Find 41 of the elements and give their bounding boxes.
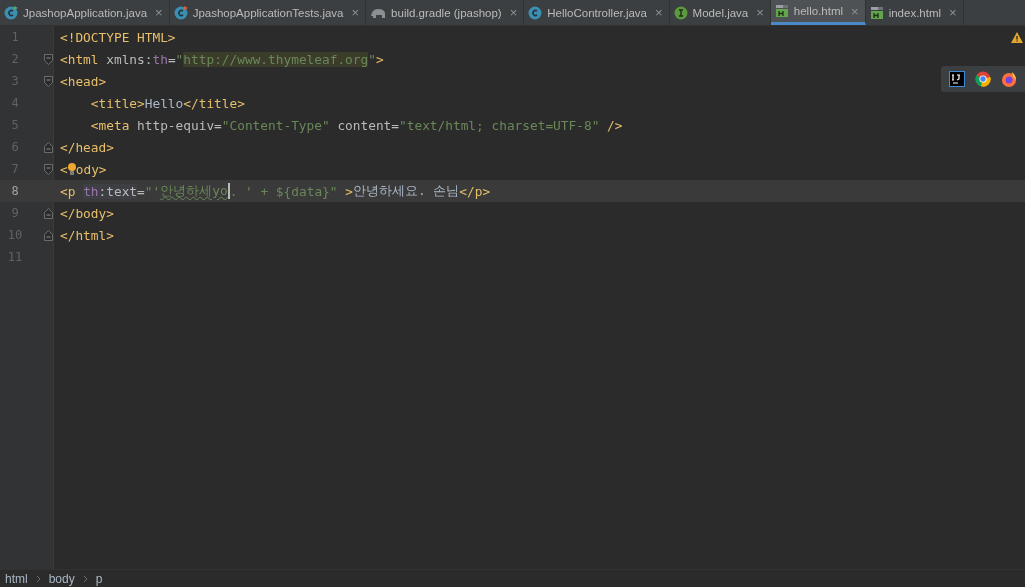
code-line: < ody>	[59, 160, 107, 179]
interface-icon	[673, 5, 688, 20]
fold-icon[interactable]	[44, 53, 53, 65]
chevron-icon	[82, 575, 88, 583]
code-line: </body>	[59, 204, 114, 223]
chrome-icon[interactable]	[975, 71, 991, 87]
code-line: </html>	[59, 226, 114, 245]
warning-icon[interactable]	[1011, 32, 1023, 43]
fold-icon[interactable]	[44, 141, 53, 153]
class-icon	[4, 5, 18, 20]
editor-tab[interactable]: build.gradle (jpashop) ×	[366, 0, 525, 25]
html-file-icon	[774, 4, 789, 18]
lightbulb-icon[interactable]	[67, 162, 76, 176]
code-line: <title>Hello</title>	[89, 94, 245, 113]
fold-icon[interactable]	[44, 75, 53, 87]
breadcrumb[interactable]: html	[5, 572, 28, 586]
line-number: 8	[10, 183, 20, 200]
firefox-icon[interactable]	[1001, 71, 1017, 87]
editor-tab[interactable]: Model.java ×	[669, 0, 771, 25]
breadcrumb[interactable]: p	[95, 572, 103, 586]
fold-icon[interactable]	[44, 207, 53, 219]
intellij-icon[interactable]	[949, 71, 965, 87]
editor-tab[interactable]: hello.html ×	[770, 0, 866, 25]
code-line: <html xmlns:th="http://www.thymeleaf.org">	[59, 50, 384, 69]
editor-tab[interactable]: JpashopApplication.java ×	[0, 0, 170, 25]
editor-tab[interactable]: HelloController.java ×	[524, 0, 670, 25]
class-icon	[173, 5, 188, 20]
code-line: <p th:text="'안녕하세yo. ' + ${data}" >안녕하세요. 손님</p>	[59, 181, 491, 201]
fold-icon[interactable]	[44, 229, 53, 241]
editor-tab[interactable]: JpashopApplicationTests.java ×	[169, 0, 367, 25]
code-line: <meta http-equiv="Content-Type" content="text/html; charset=UTF-8" />	[89, 116, 623, 135]
code-line: <head>	[59, 72, 107, 91]
html-file-icon	[869, 5, 884, 20]
breadcrumb[interactable]: body	[48, 572, 75, 586]
class-icon	[528, 5, 543, 20]
code-line: <!DOCTYPE HTML>	[59, 28, 176, 47]
fold-icon[interactable]	[44, 163, 53, 175]
editor-tab[interactable]: index.html ×	[865, 0, 964, 25]
elephant-icon	[370, 6, 387, 19]
code-line: </head>	[59, 138, 114, 157]
chevron-icon	[35, 575, 41, 583]
